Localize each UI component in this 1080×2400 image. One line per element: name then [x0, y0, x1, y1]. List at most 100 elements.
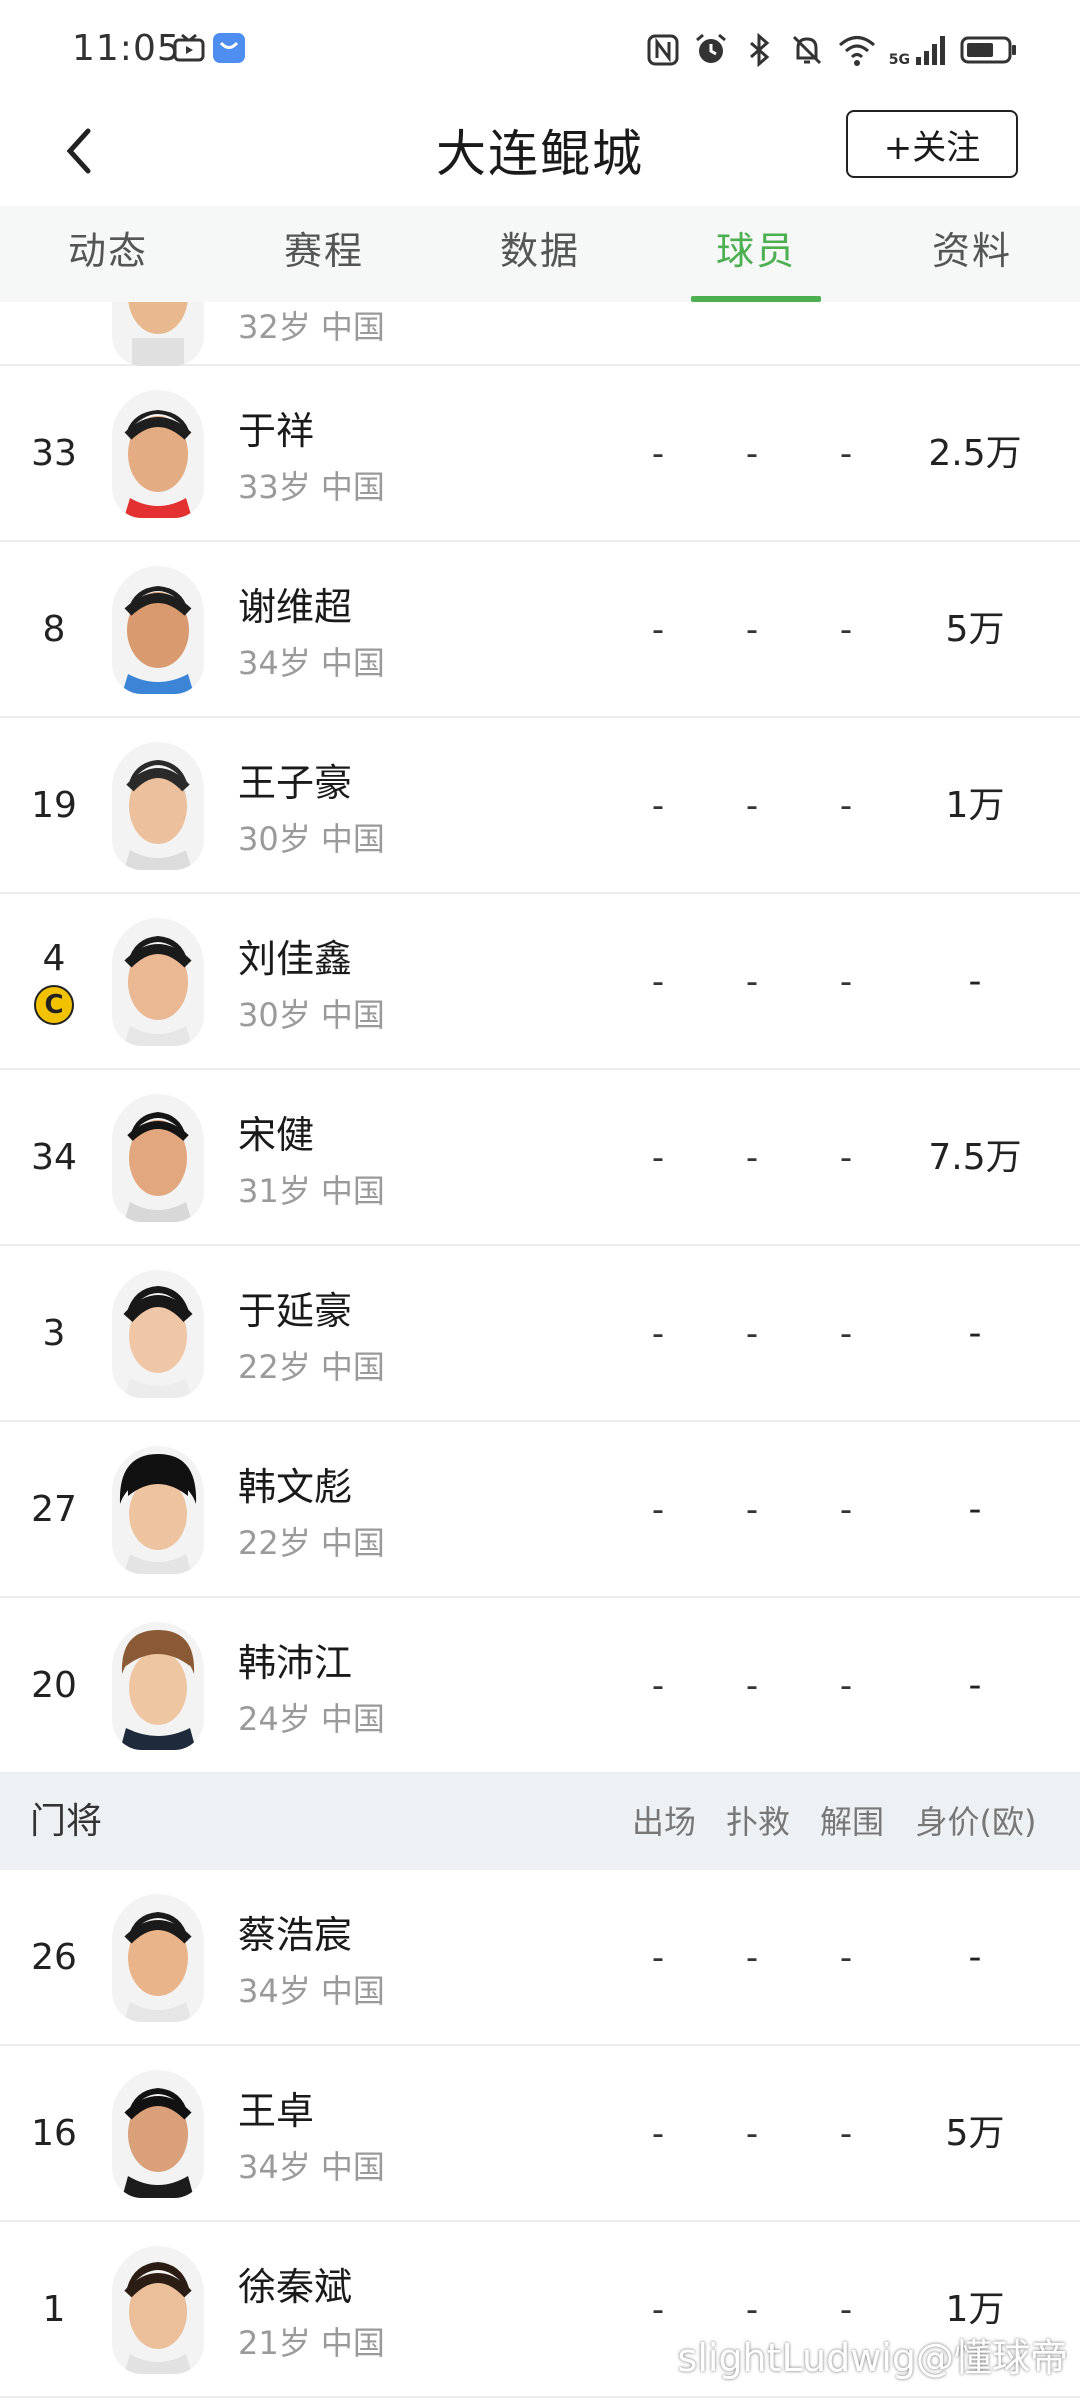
avatar: [112, 1094, 204, 1222]
player-number: 8: [42, 608, 66, 650]
player-row[interactable]: 26 蔡浩宸 34岁 中国 - - - -: [0, 1870, 1080, 2046]
bluetooth-icon: [741, 32, 777, 68]
tab-news[interactable]: 动态: [0, 206, 216, 302]
player-info: 34岁 中国: [238, 644, 385, 682]
market-value: 1万: [945, 785, 1005, 826]
player-number: 27: [31, 1488, 77, 1530]
status-icons: 5G: [645, 30, 1018, 70]
column-saves[interactable]: 扑救: [716, 1774, 800, 1870]
market-value: 5万: [945, 2113, 1005, 2154]
player-row[interactable]: 20 韩沛江 24岁 中国 - - - -: [0, 1598, 1080, 1774]
avatar: [112, 390, 204, 518]
signal-icon: 5G: [889, 33, 948, 67]
column-appearances[interactable]: 出场: [622, 1774, 706, 1870]
stat-3: -: [839, 1138, 853, 1178]
player-name: 王子豪: [238, 761, 353, 805]
player-info: 22岁 中国: [238, 1524, 385, 1562]
player-info: 30岁 中国: [238, 820, 385, 858]
player-row[interactable]: 33 于祥 33岁 中国 - - - 2.5万: [0, 366, 1080, 542]
market-value: -: [968, 1313, 982, 1354]
stat-2: -: [745, 1666, 759, 1706]
stat-3: -: [839, 786, 853, 826]
player-name: 王卓: [238, 2089, 315, 2133]
stat-appearances: -: [651, 786, 665, 826]
app-header: 大连鲲城 +关注: [0, 100, 1080, 206]
player-number: 33: [31, 432, 77, 474]
player-info: 34岁 中国: [238, 1972, 385, 2010]
captain-badge-icon: C: [34, 984, 74, 1025]
tab-schedule[interactable]: 赛程: [216, 206, 432, 302]
stat-appearances: -: [651, 962, 665, 1002]
player-name: 蔡浩宸: [238, 1913, 353, 1957]
video-app-icon: [172, 32, 206, 64]
stat-appearances: -: [651, 1666, 665, 1706]
player-number: 3: [42, 1312, 66, 1354]
stat-2: -: [745, 786, 759, 826]
player-info: 22岁 中国: [238, 1348, 385, 1386]
player-row[interactable]: 34 宋健 31岁 中国 - - - 7.5万: [0, 1070, 1080, 1246]
stat-2: -: [745, 434, 759, 474]
player-info: 33岁 中国: [238, 468, 385, 506]
avatar: [112, 742, 204, 870]
follow-button[interactable]: +关注: [846, 110, 1018, 178]
stat-2: -: [745, 1490, 759, 1530]
market-value: -: [968, 961, 982, 1002]
player-row[interactable]: 4 C 刘佳鑫 30岁 中国 - - - -: [0, 894, 1080, 1070]
market-value: 5万: [945, 609, 1005, 650]
stat-appearances: -: [651, 1138, 665, 1178]
stat-appearances: -: [651, 1938, 665, 1978]
avatar: [112, 2246, 204, 2374]
player-row[interactable]: 19 王子豪 30岁 中国 - - - 1万: [0, 718, 1080, 894]
player-row-partial[interactable]: 32岁 中国: [0, 302, 1080, 366]
player-number: 1: [42, 2288, 66, 2330]
player-row[interactable]: 8 谢维超 34岁 中国 - - - 5万: [0, 542, 1080, 718]
avatar: [112, 2070, 204, 2198]
player-number: 26: [31, 1936, 77, 1978]
avatar: [112, 1446, 204, 1574]
stat-3: -: [839, 434, 853, 474]
player-name: 韩文彪: [238, 1465, 353, 1509]
tab-players[interactable]: 球员: [648, 206, 864, 302]
stat-3: -: [839, 962, 853, 1002]
player-row[interactable]: 27 韩文彪 22岁 中国 - - - -: [0, 1422, 1080, 1598]
player-row[interactable]: 16 王卓 34岁 中国 - - - 5万: [0, 2046, 1080, 2222]
shopping-app-icon: [212, 32, 246, 64]
player-info: 31岁 中国: [238, 1172, 385, 1210]
stat-appearances: -: [651, 1490, 665, 1530]
alarm-icon: [693, 32, 729, 68]
market-value: 7.5万: [928, 1137, 1022, 1178]
player-list: 32岁 中国 33 于祥 33岁 中国 - - - 2.5万 8 谢维超 34岁…: [0, 302, 1080, 2400]
market-value: -: [968, 1937, 982, 1978]
player-number: 34: [31, 1136, 77, 1178]
avatar: [112, 302, 204, 366]
player-info: 34岁 中国: [238, 2148, 385, 2186]
stat-appearances: -: [651, 2114, 665, 2154]
player-name: 于延豪: [238, 1289, 353, 1333]
avatar: [112, 566, 204, 694]
tab-profile[interactable]: 资料: [864, 206, 1080, 302]
player-name: 宋健: [238, 1113, 315, 1157]
avatar: [112, 1894, 204, 2022]
column-clearances[interactable]: 解围: [810, 1774, 894, 1870]
mute-icon: [789, 32, 825, 68]
player-number-block: 4 C: [0, 894, 108, 1068]
watermark: slightLudwig@懂球帝: [677, 2336, 1068, 2380]
player-info: 24岁 中国: [238, 1700, 385, 1738]
network-label: 5G: [888, 52, 910, 68]
stat-appearances: -: [651, 610, 665, 650]
stat-3: -: [839, 1314, 853, 1354]
player-row[interactable]: 3 于延豪 22岁 中国 - - - -: [0, 1246, 1080, 1422]
player-name: 谢维超: [238, 585, 353, 629]
avatar: [112, 1622, 204, 1750]
status-bar: 11:05 5G: [0, 0, 1080, 100]
status-time: 11:05: [72, 28, 181, 69]
section-title: 门将: [30, 1801, 103, 1842]
nfc-icon: [645, 32, 681, 68]
stat-3: -: [839, 1666, 853, 1706]
column-market-value[interactable]: 身价(欧): [902, 1774, 1050, 1870]
goalkeeper-section-header: 门将 出场 扑救 解围 身价(欧): [0, 1774, 1080, 1870]
stat-saves: -: [745, 1938, 759, 1978]
tab-stats[interactable]: 数据: [432, 206, 648, 302]
battery-icon: [960, 32, 1018, 68]
wifi-icon: [837, 32, 877, 68]
